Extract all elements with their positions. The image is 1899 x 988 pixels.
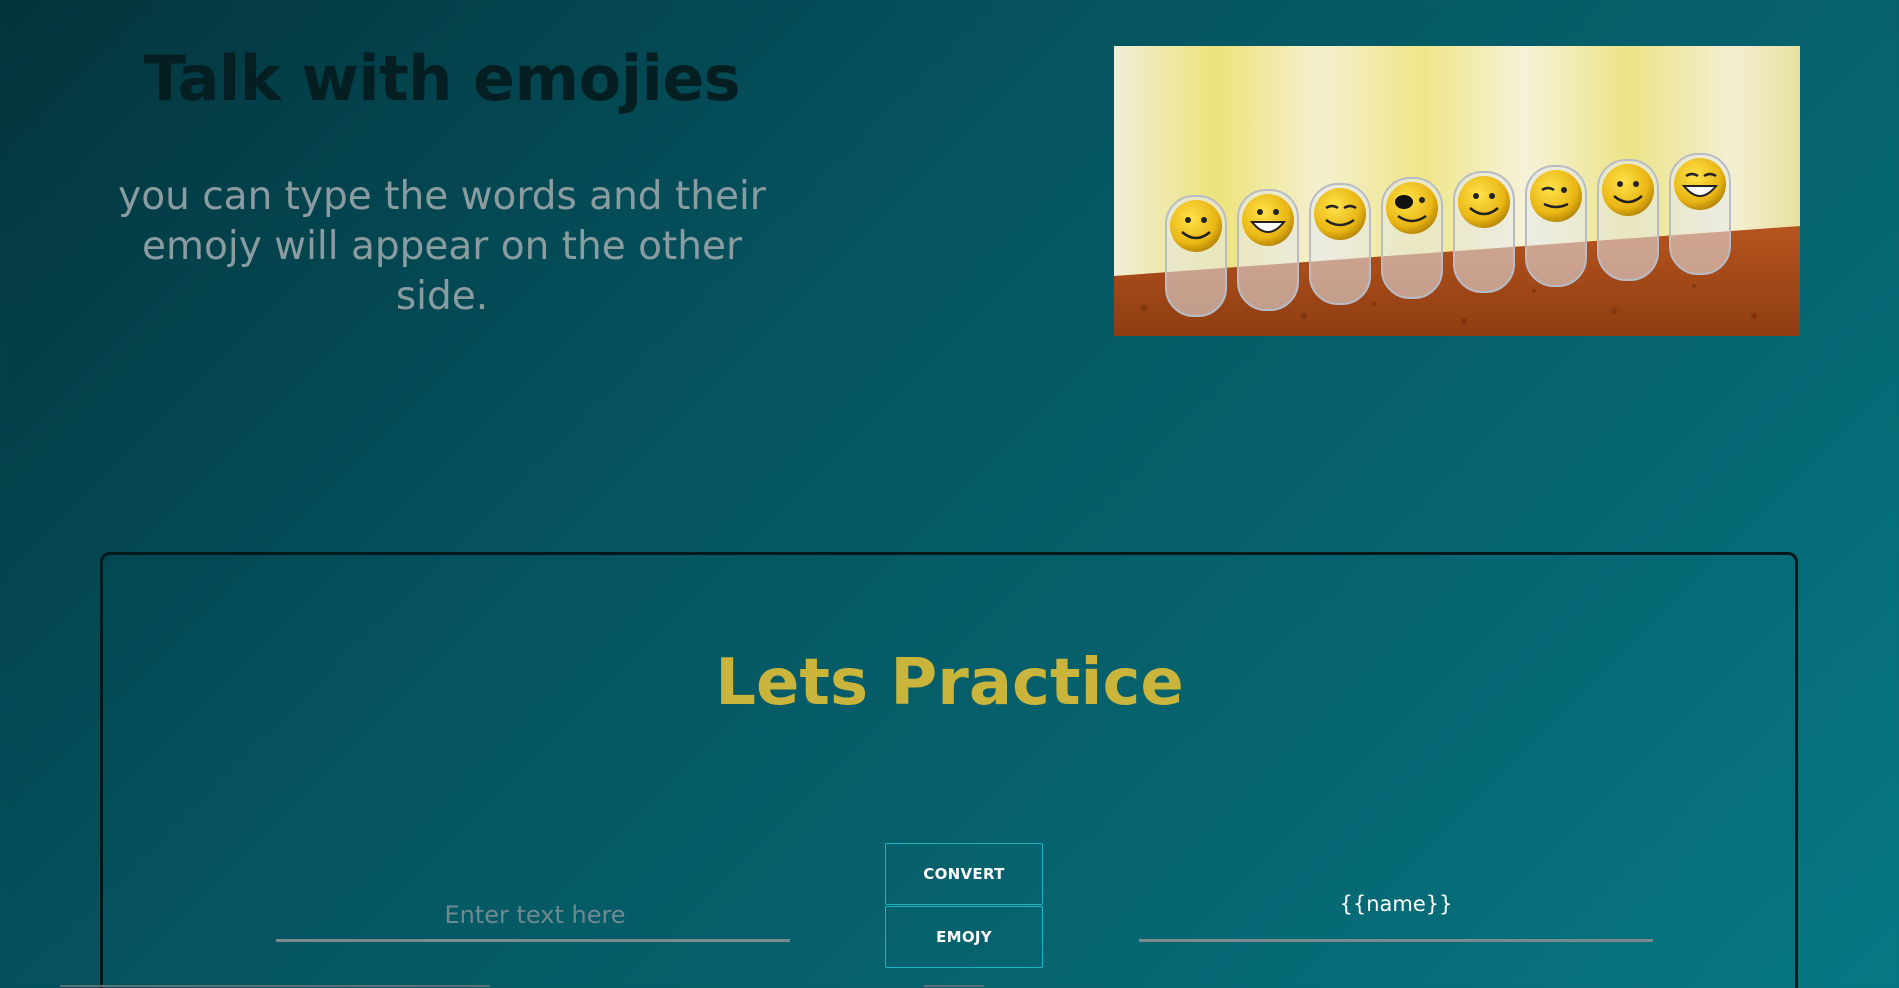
hero-subtitle: you can type the words and their emojy w… [118,174,766,319]
smiley-clips-photo [1114,46,1800,336]
hero-title: Talk with emojies [143,42,741,115]
practice-title: Lets Practice [715,646,1184,720]
emojy-button[interactable]: EMOJY [885,906,1043,968]
scrollbar-track [60,985,490,987]
text-input[interactable] [276,888,794,941]
text-input-wrapper [276,888,794,942]
output-field: {{name}} [1139,880,1653,942]
scrollbar-thumb [924,985,984,987]
convert-button[interactable]: CONVERT [885,843,1043,905]
hero-image [1114,46,1800,336]
output-text: {{name}} [1339,892,1453,916]
